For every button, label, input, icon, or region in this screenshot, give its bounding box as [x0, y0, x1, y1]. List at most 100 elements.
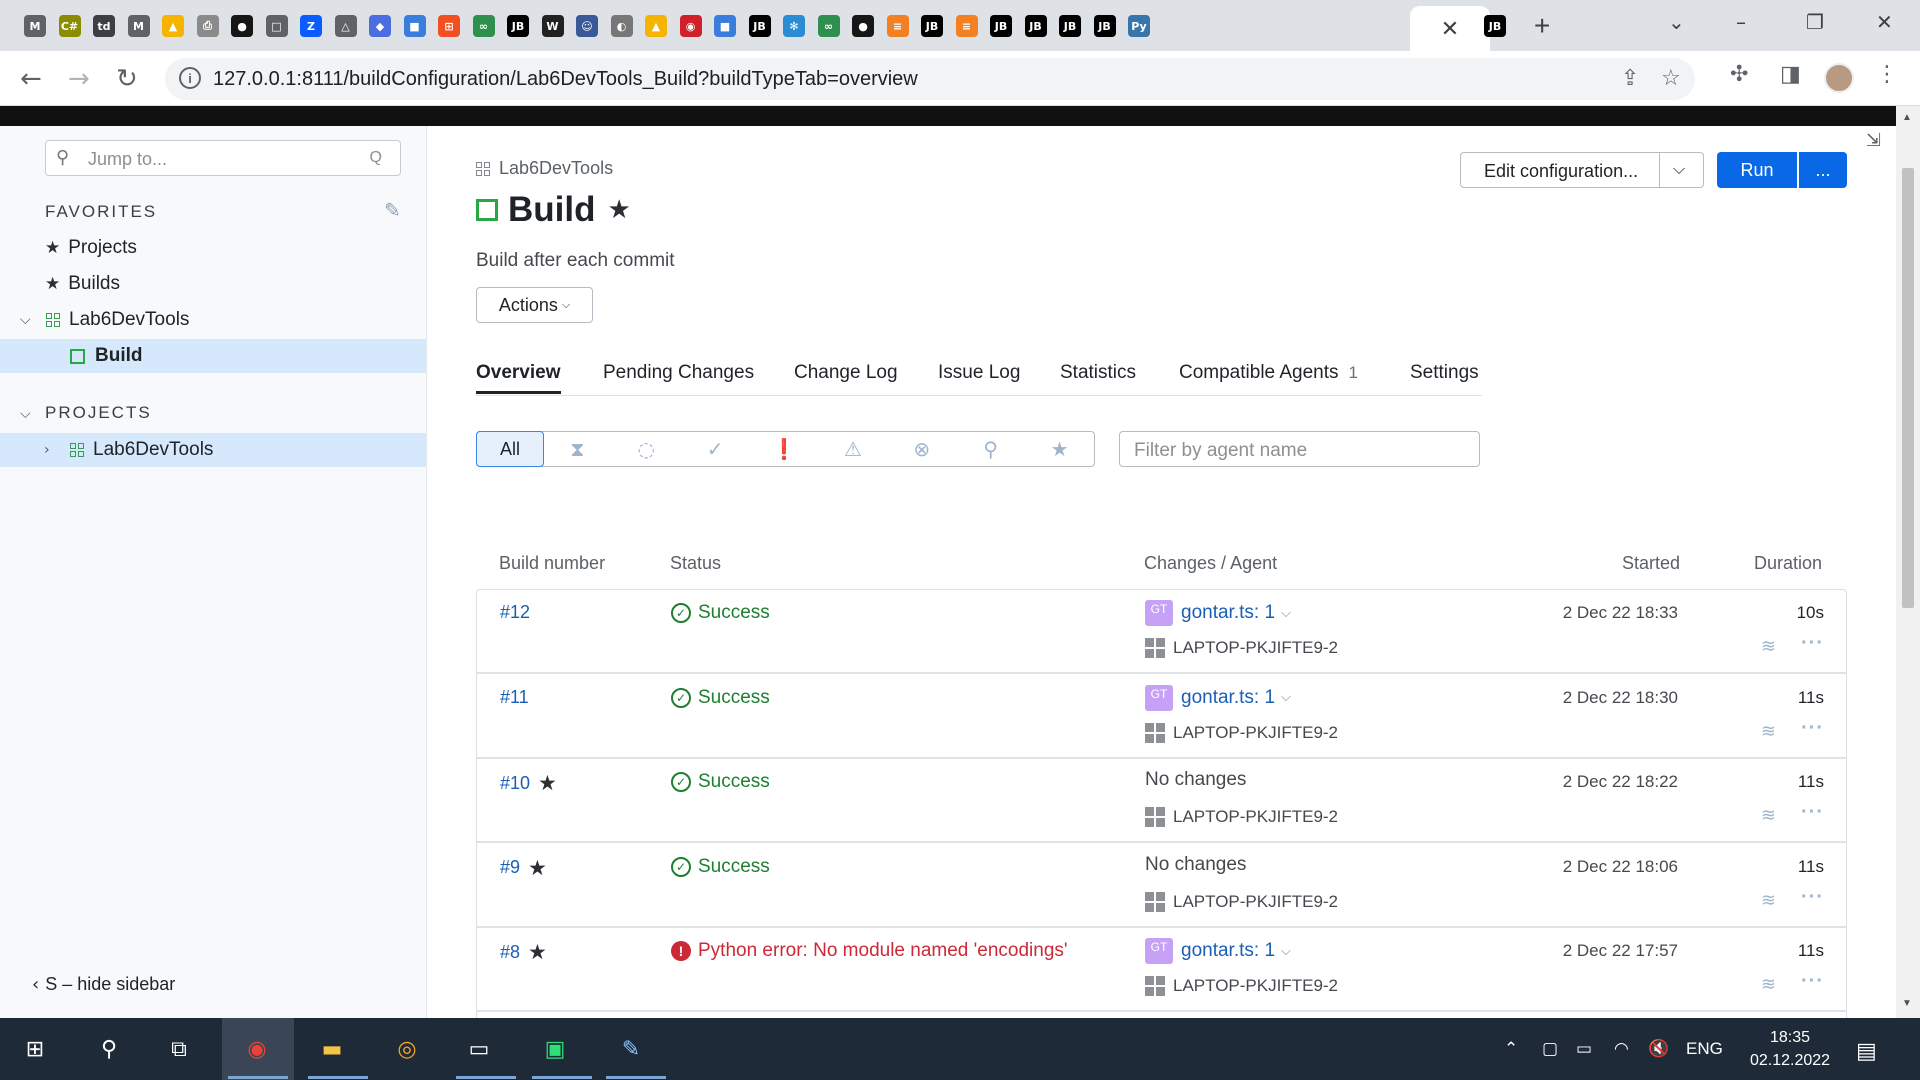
chrome-icon[interactable]: ◉	[240, 1032, 274, 1066]
build-status-text[interactable]: Success	[698, 856, 770, 878]
tab-overview[interactable]: Overview	[476, 362, 561, 394]
edit-configuration-button[interactable]: Edit configuration... ⌵	[1460, 152, 1704, 188]
build-status-text[interactable]: Success	[698, 687, 770, 709]
build-number-link[interactable]: #11	[500, 687, 529, 708]
browser-tab[interactable]: ▲	[637, 8, 675, 44]
tab-pending-changes[interactable]: Pending Changes	[603, 362, 754, 384]
browser-tab[interactable]: △	[327, 8, 365, 44]
browser-tab[interactable]: ◐	[603, 8, 641, 44]
changes-link[interactable]: gontar.ts: 1	[1181, 687, 1275, 709]
url-text[interactable]: 127.0.0.1:8111/buildConfiguration/Lab6De…	[213, 68, 918, 91]
build-status[interactable]: ✓ Success	[671, 771, 770, 793]
system-clock[interactable]: 18:35 02.12.2022	[1740, 1026, 1840, 1072]
share-icon[interactable]: ⇪	[1621, 66, 1639, 91]
browser-tab[interactable]: JB	[913, 8, 951, 44]
tab-issue-log[interactable]: Issue Log	[938, 362, 1020, 384]
chevron-right-icon[interactable]: ›	[44, 442, 50, 458]
scroll-down-icon[interactable]: ▼	[1902, 998, 1912, 1009]
collapse-header-icon[interactable]: ⇲	[1866, 130, 1881, 151]
table-row[interactable]: #11 ✓ Success GT gontar.ts: 1 ⌵ LAPTOP-PKJIFTE…	[477, 675, 1846, 759]
browser-tab[interactable]: JB	[1086, 8, 1124, 44]
run-button[interactable]: Run	[1717, 152, 1797, 188]
more-options-icon[interactable]: ···	[1801, 632, 1824, 655]
tray-chevron-icon[interactable]: ⌃	[1504, 1039, 1518, 1059]
chevron-down-icon[interactable]: ⌵	[1281, 606, 1291, 621]
hourglass-icon[interactable]: ⧗	[543, 432, 612, 466]
agent-cell[interactable]: LAPTOP-PKJIFTE9-2	[1145, 638, 1338, 658]
changes-link[interactable]: gontar.ts: 1	[1181, 940, 1275, 962]
build-number[interactable]: #9	[500, 857, 520, 878]
more-options-icon[interactable]: ···	[1801, 886, 1824, 909]
restore-icon[interactable]: ❐	[1806, 10, 1824, 34]
music-app-icon[interactable]: ◎	[390, 1032, 424, 1066]
profile-avatar[interactable]	[1824, 63, 1854, 93]
browser-tab[interactable]: ◆	[361, 8, 399, 44]
warning-icon[interactable]: ⚠	[818, 432, 887, 466]
browser-tab[interactable]: ⎙	[189, 8, 227, 44]
build-number-link[interactable]: #9 ★	[500, 856, 547, 880]
agent-filter-input[interactable]: Filter by agent name	[1119, 431, 1480, 467]
reload-icon[interactable]: ↻	[116, 64, 138, 94]
task-view-icon[interactable]: ⧉	[162, 1032, 196, 1066]
chevron-down-icon[interactable]: ⌵	[1673, 159, 1685, 179]
table-row[interactable]: #9 ★ ✓ Success No changes LAPTOP-PKJIFTE9-2 2 …	[477, 844, 1846, 928]
agent-cell[interactable]: LAPTOP-PKJIFTE9-2	[1145, 891, 1338, 912]
new-tab-button[interactable]: +	[1534, 10, 1550, 42]
browser-tab[interactable]: JB	[982, 8, 1020, 44]
build-status[interactable]: ✓ Success	[671, 602, 770, 624]
browser-tab[interactable]: ∞	[465, 8, 503, 44]
pin-icon[interactable]: ⚲	[956, 432, 1025, 466]
close-window-icon[interactable]: ✕	[1876, 10, 1893, 34]
browser-tab[interactable]: Z	[292, 8, 330, 44]
artifacts-icon[interactable]: ≋	[1761, 636, 1776, 657]
hide-sidebar-button[interactable]: ‹ S – hide sidebar	[32, 974, 175, 995]
star-icon[interactable]: ★	[1025, 432, 1094, 466]
star-icon[interactable]: ★	[528, 856, 547, 880]
chevron-down-icon[interactable]: ⌵	[1281, 690, 1291, 705]
chevron-down-icon[interactable]: ⌵	[1281, 944, 1291, 959]
build-number-link[interactable]: #10 ★	[500, 771, 557, 795]
edit-pencil-icon[interactable]: ✎	[384, 198, 401, 223]
agent-cell[interactable]: LAPTOP-PKJIFTE9-2	[1145, 722, 1338, 743]
battery-icon[interactable]: ▭	[1576, 1039, 1592, 1059]
more-options-icon[interactable]: ···	[1801, 717, 1824, 740]
filter-all-button[interactable]: All	[476, 431, 544, 467]
build-status-text[interactable]: Success	[698, 771, 770, 793]
browser-tab[interactable]: ☺	[568, 8, 606, 44]
browser-tab[interactable]: ∞	[810, 8, 848, 44]
browser-tab[interactable]: Py	[1120, 8, 1158, 44]
build-number[interactable]: #12	[500, 602, 530, 623]
build-status[interactable]: ✓ Success	[671, 856, 770, 878]
extensions-icon[interactable]: ✣	[1730, 62, 1748, 87]
browser-tab[interactable]: ●	[223, 8, 261, 44]
browser-tab[interactable]: ▲	[154, 8, 192, 44]
star-icon[interactable]: ★	[538, 771, 557, 795]
pycharm-icon[interactable]: ▣	[538, 1032, 572, 1066]
agent-name[interactable]: LAPTOP-PKJIFTE9-2	[1173, 723, 1338, 743]
artifacts-icon[interactable]: ≋	[1761, 805, 1776, 826]
agent-cell[interactable]: LAPTOP-PKJIFTE9-2	[1145, 976, 1338, 996]
meet-icon[interactable]: ▢	[1542, 1039, 1558, 1059]
site-info-icon[interactable]: i	[179, 67, 201, 89]
agent-name[interactable]: LAPTOP-PKJIFTE9-2	[1173, 638, 1338, 658]
sidebar-item-lab6devtools[interactable]: ⌵ Lab6DevTools	[0, 303, 426, 337]
browser-tab[interactable]: td	[85, 8, 123, 44]
build-number-link[interactable]: #12	[500, 602, 530, 623]
browser-tab[interactable]: JB	[1017, 8, 1055, 44]
actions-button[interactable]: Actions ⌵	[476, 287, 593, 323]
breadcrumb[interactable]: Lab6DevTools	[476, 158, 613, 179]
browser-tab[interactable]: ✻	[775, 8, 813, 44]
sidebar-item-project-lab6devtools[interactable]: › Lab6DevTools	[0, 433, 426, 467]
browser-tab[interactable]: W	[534, 8, 572, 44]
browser-tab[interactable]: JB	[741, 8, 779, 44]
search-icon[interactable]: ⚲	[92, 1032, 126, 1066]
browser-tab[interactable]: JB	[1051, 8, 1089, 44]
scroll-up-icon[interactable]: ▲	[1902, 112, 1912, 123]
volume-muted-icon[interactable]: 🔇	[1648, 1039, 1669, 1059]
artifacts-icon[interactable]: ≋	[1761, 974, 1776, 995]
notification-icon[interactable]: ▤	[1856, 1039, 1877, 1064]
more-options-icon[interactable]: ···	[1801, 970, 1824, 993]
artifacts-icon[interactable]: ≋	[1761, 890, 1776, 911]
agent-name[interactable]: LAPTOP-PKJIFTE9-2	[1173, 976, 1338, 996]
star-icon[interactable]: ★	[528, 940, 547, 964]
